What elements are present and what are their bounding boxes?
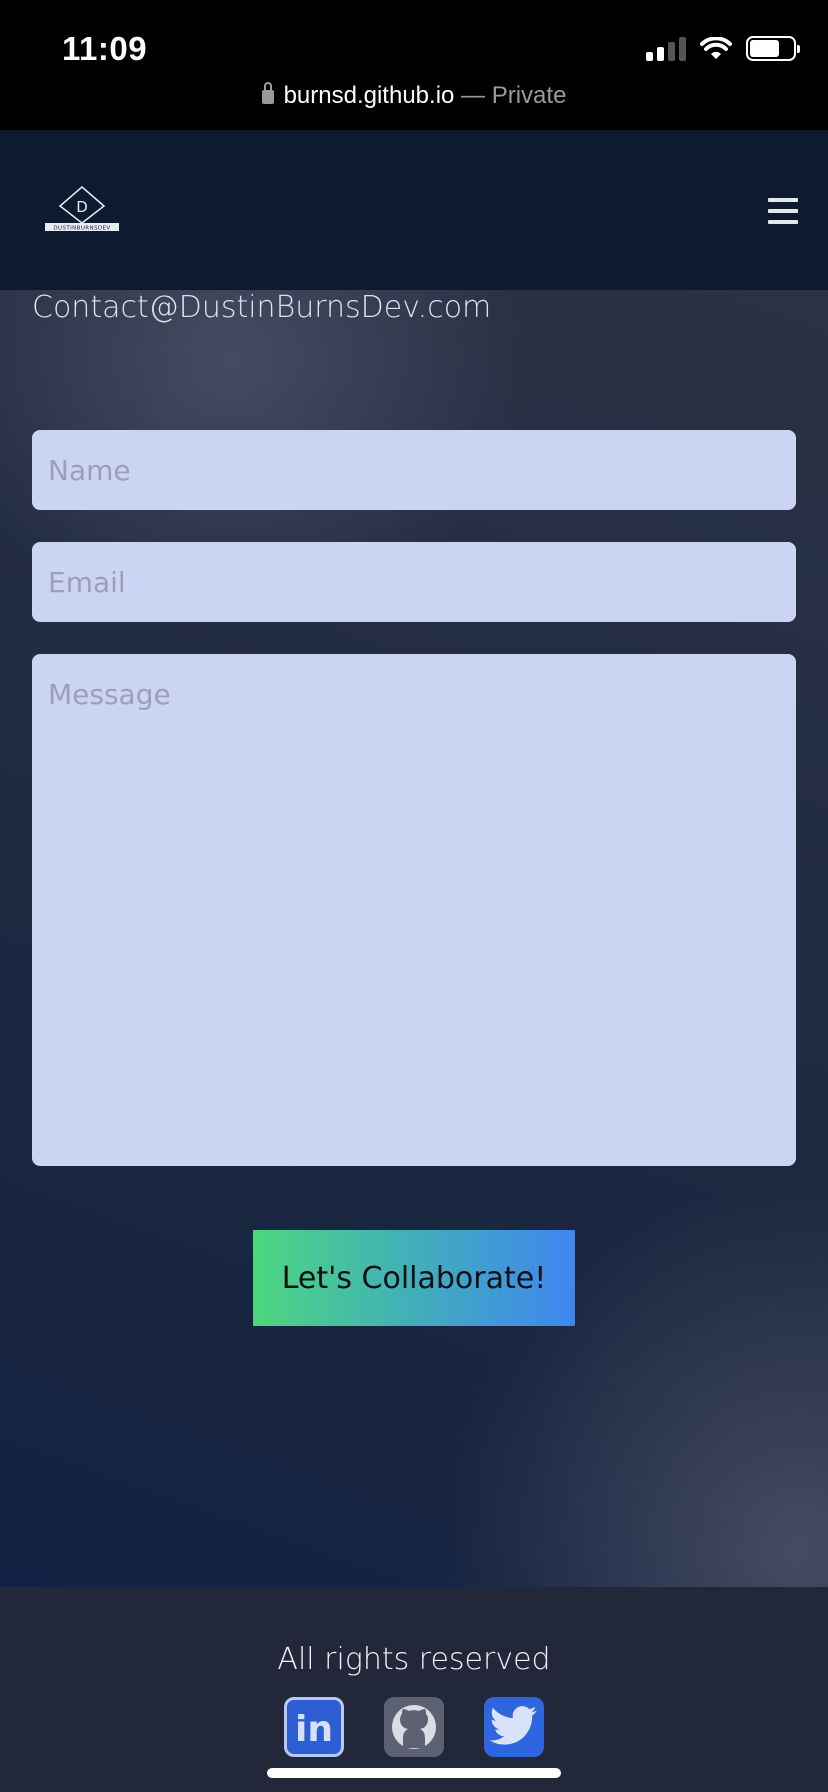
url-text: burnsd.github.io xyxy=(283,82,455,109)
linkedin-label: in xyxy=(295,1709,333,1750)
logo[interactable]: D DUSTINBURNSDEV xyxy=(44,185,120,235)
twitter-icon[interactable] xyxy=(484,1697,544,1757)
lock-icon xyxy=(261,82,274,104)
hamburger-menu-icon[interactable] xyxy=(768,198,798,224)
copyright-text: All rights reserved xyxy=(277,1642,551,1677)
footer: All rights reserved in xyxy=(0,1587,828,1792)
message-textarea[interactable] xyxy=(32,654,796,1166)
address-bar[interactable]: burnsd.github.io — Private xyxy=(0,82,828,110)
page: D DUSTINBURNSDEV Contact@DustinBurnsDev.… xyxy=(0,130,828,1792)
private-mode-label: Private xyxy=(491,82,567,109)
submit-button[interactable]: Let's Collaborate! xyxy=(253,1230,575,1326)
status-bar: 11:09 burnsd.github.io — Private xyxy=(0,0,828,130)
clock: 11:09 xyxy=(62,30,148,67)
battery-icon xyxy=(746,36,800,61)
name-input[interactable] xyxy=(32,430,796,510)
home-indicator[interactable] xyxy=(267,1768,561,1778)
logo-letter: D xyxy=(76,198,88,216)
logo-wordmark: DUSTINBURNSDEV xyxy=(53,226,110,232)
linkedin-icon[interactable]: in xyxy=(284,1697,344,1757)
wifi-icon xyxy=(700,36,732,59)
status-icons xyxy=(646,36,800,61)
social-links: in xyxy=(0,1697,828,1757)
github-icon[interactable] xyxy=(384,1697,444,1757)
email-input[interactable] xyxy=(32,542,796,622)
navbar: D DUSTINBURNSDEV xyxy=(0,130,828,290)
cellular-signal-icon xyxy=(646,36,686,61)
contact-email[interactable]: Contact@DustinBurnsDev.com xyxy=(32,290,491,325)
url-separator: — xyxy=(461,82,486,109)
